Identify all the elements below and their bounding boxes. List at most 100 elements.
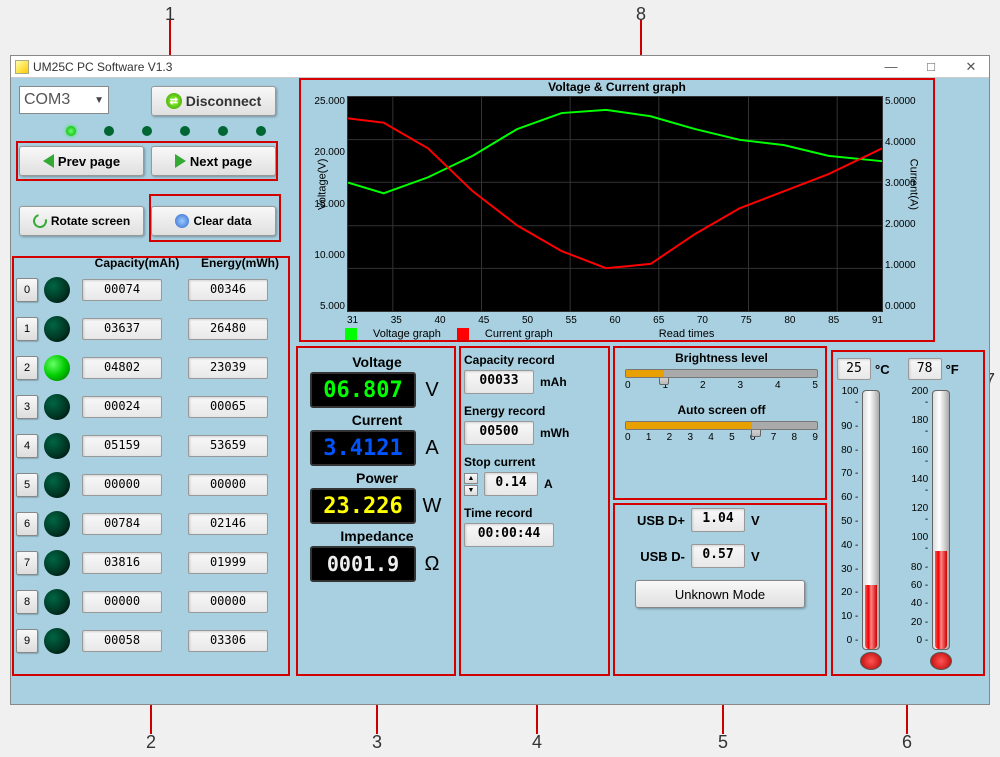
charge-mode-button[interactable]: Unknown Mode	[635, 580, 805, 608]
energy-value: 26480	[188, 318, 268, 340]
table-row: 3 00024 00065	[16, 387, 288, 426]
stop-current-spinner[interactable]: ▲▼	[464, 473, 478, 496]
screenoff-slider[interactable]	[625, 421, 818, 430]
window-minimize[interactable]: —	[877, 59, 905, 75]
energy-value: 00000	[188, 591, 268, 613]
group-select-button[interactable]: 7	[16, 551, 38, 575]
col-energy: Energy(mWh)	[192, 256, 288, 270]
spin-down-icon[interactable]: ▼	[464, 485, 478, 496]
window-title: UM25C PC Software V1.3	[33, 60, 172, 74]
arrow-right-icon	[175, 154, 186, 168]
table-row: 8 00000 00000	[16, 582, 288, 621]
current-label: Current	[301, 412, 453, 428]
group-led	[44, 316, 70, 342]
led	[142, 126, 152, 136]
led	[180, 126, 190, 136]
energy-record-value: 00500	[464, 421, 534, 445]
energy-value: 00000	[188, 474, 268, 496]
usb-dp-value: 1.04	[691, 508, 745, 532]
group-select-button[interactable]: 6	[16, 512, 38, 536]
group-select-button[interactable]: 8	[16, 590, 38, 614]
clear-data-button[interactable]: Clear data	[151, 206, 276, 236]
capacity-value: 03637	[82, 318, 162, 340]
record-panel: Capacity record 00033mAh Energy record 0…	[464, 353, 606, 557]
energy-record-label: Energy record	[464, 404, 606, 418]
capacity-value: 00000	[82, 474, 162, 496]
energy-value: 00065	[188, 396, 268, 418]
table-row: 9 00058 03306	[16, 621, 288, 660]
group-select-button[interactable]: 1	[16, 317, 38, 341]
group-select-button[interactable]: 2	[16, 356, 38, 380]
energy-value: 00346	[188, 279, 268, 301]
brightness-slider[interactable]	[625, 369, 818, 378]
energy-value: 23039	[188, 357, 268, 379]
legend-current-swatch	[457, 328, 469, 340]
led	[256, 126, 266, 136]
capacity-value: 03816	[82, 552, 162, 574]
temp-f-value: 78	[908, 358, 942, 380]
table-row: 7 03816 01999	[16, 543, 288, 582]
legend-voltage-swatch	[345, 328, 357, 340]
connect-icon: ⇄	[166, 93, 182, 109]
spin-up-icon[interactable]: ▲	[464, 473, 478, 484]
window-maximize[interactable]: □	[917, 59, 945, 75]
annotation-2: 2	[146, 732, 156, 753]
annotation-3: 3	[372, 732, 382, 753]
group-led	[44, 394, 70, 420]
energy-value: 01999	[188, 552, 268, 574]
voltage-value: 06.807	[310, 372, 416, 408]
group-select-button[interactable]: 3	[16, 395, 38, 419]
table-row: 2 04802 23039	[16, 348, 288, 387]
power-label: Power	[301, 470, 453, 486]
title-bar: UM25C PC Software V1.3 — □ ✕	[11, 56, 989, 78]
led	[66, 126, 76, 136]
col-capacity: Capacity(mAh)	[82, 256, 192, 270]
voltage-label: Voltage	[301, 354, 453, 370]
energy-value: 03306	[188, 630, 268, 652]
led	[218, 126, 228, 136]
next-page-button[interactable]: Next page	[151, 146, 276, 176]
led	[104, 126, 114, 136]
temperature-panel: 25°C 100 -90 -80 -70 -60 -50 -40 -30 -20…	[837, 358, 977, 666]
data-group-table: Capacity(mAh) Energy(mWh) 0 00074 003461…	[16, 256, 288, 660]
therm-bulb-icon	[860, 652, 882, 670]
time-record-label: Time record	[464, 506, 606, 520]
com-port-select[interactable]: COM3 ▼	[19, 86, 109, 114]
brightness-panel: Brightness level 012345 Auto screen off …	[619, 351, 824, 443]
stop-current-label: Stop current	[464, 455, 606, 469]
rotate-screen-button[interactable]: Rotate screen	[19, 206, 144, 236]
com-port-value: COM3	[24, 91, 70, 109]
impedance-label: Impedance	[301, 528, 453, 544]
capacity-value: 00000	[82, 591, 162, 613]
app-window: UM25C PC Software V1.3 — □ ✕ COM3 ▼ ⇄ Di…	[10, 55, 990, 705]
group-select-button[interactable]: 0	[16, 278, 38, 302]
disconnect-button[interactable]: ⇄ Disconnect	[151, 86, 276, 116]
group-led	[44, 550, 70, 576]
power-value: 23.226	[310, 488, 416, 524]
y2-axis-label: Current(A)	[907, 159, 919, 210]
prev-page-button[interactable]: Prev page	[19, 146, 144, 176]
capacity-record-value: 00033	[464, 370, 534, 394]
y1-axis-label: Voltage(V)	[317, 159, 329, 210]
time-record-value: 00:00:44	[464, 523, 554, 547]
energy-value: 53659	[188, 435, 268, 457]
chart-title: Voltage & Current graph	[307, 80, 927, 94]
table-row: 6 00784 02146	[16, 504, 288, 543]
capacity-value: 00074	[82, 279, 162, 301]
group-led	[44, 277, 70, 303]
group-select-button[interactable]: 9	[16, 629, 38, 653]
temp-c-value: 25	[837, 358, 871, 380]
window-close[interactable]: ✕	[957, 59, 985, 75]
group-select-button[interactable]: 5	[16, 473, 38, 497]
chart-svg	[348, 97, 882, 311]
table-row: 0 00074 00346	[16, 270, 288, 309]
group-led	[44, 355, 70, 381]
energy-value: 02146	[188, 513, 268, 535]
status-leds	[66, 126, 266, 136]
stop-current-value[interactable]: 0.14	[484, 472, 538, 496]
usb-dm-value: 0.57	[691, 544, 745, 568]
table-row: 1 03637 26480	[16, 309, 288, 348]
capacity-value: 05159	[82, 435, 162, 457]
group-select-button[interactable]: 4	[16, 434, 38, 458]
usb-panel: USB D+1.04V USB D-0.57V Unknown Mode	[619, 508, 824, 608]
